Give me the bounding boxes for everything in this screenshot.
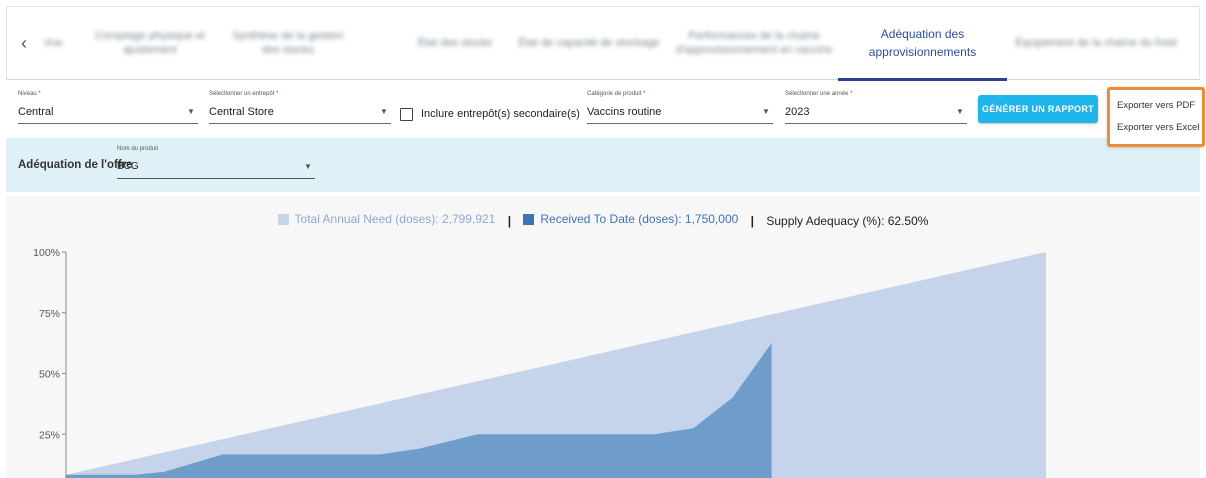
store-label: Sélectionner un entrepôt [209,91,275,97]
supply-adequacy-chart: 100% 75% 50% 25% [33,247,1046,478]
tab-storage-capacity[interactable]: État de capacité de stockage [509,17,669,69]
secondary-store-checkbox[interactable]: Inclure entrepôt(s) secondaire(s) [400,106,580,122]
supply-adequacy-band: Adéquation de l'offre Nom du produit BCG… [6,138,1200,192]
section-title: Adéquation de l'offre [18,159,133,171]
product-select[interactable]: Nom du produit BCG ▼ [117,145,315,179]
store-value: Central Store [209,106,274,118]
secondary-store-label: Inclure entrepôt(s) secondaire(s) [421,108,580,120]
tab-cold-chain-equipment[interactable]: Équipement de la chaîne du froid [1011,17,1181,69]
filters-row: Niveau * Central ▼ Sélectionner un entrep… [6,84,1205,147]
y-tick-label: 100% [33,247,60,259]
legend-separator: | [507,213,512,228]
legend-swatch-total [277,213,289,225]
tab-supply-adequacy[interactable]: Adéquation des approvisionnements [845,17,1000,69]
report-tabs: ‹ Vue Comptage physique et ajustement Sy… [6,6,1200,81]
legend-adequacy: Supply Adequacy (%): 62.50% [766,213,929,228]
legend-total-label: Total Annual Need (doses): 2,799,921 [294,212,496,226]
category-select[interactable]: Catégorie de produit * Vaccins routine ▼ [587,90,773,128]
export-pdf-item[interactable]: Exporter vers PDF [1117,100,1195,111]
year-select[interactable]: Sélectionner une année * 2023 ▼ [785,90,967,128]
active-tab-indicator [838,78,1007,81]
level-value: Central [18,106,54,118]
level-select[interactable]: Niveau * Central ▼ [18,90,198,128]
tab-supply-chain-performance[interactable]: Performances de la chaîne d'approvisionn… [673,17,835,69]
year-label: Sélectionner une année [785,91,849,97]
export-menu: Exporter vers PDF Exporter vers Excel [1107,87,1205,147]
legend-received[interactable]: Received To Date (doses): 1,750,000 [523,212,738,226]
chart-legend: Total Annual Need (doses): 2,799,921 | R… [6,212,1200,228]
checkbox[interactable] [400,107,413,121]
y-tick-label: 75% [39,308,60,320]
category-value: Vaccins routine [587,106,662,118]
category-label: Catégorie de produit [587,91,642,97]
chevron-down-icon: ▼ [304,162,312,171]
chevron-down-icon: ▼ [762,107,770,116]
tab-stock-status[interactable]: État des stocks [405,17,505,69]
tab-physical-count[interactable]: Comptage physique et ajustement [85,17,215,69]
year-value: 2023 [785,106,810,118]
legend-swatch-received [523,213,535,225]
export-excel-item[interactable]: Exporter vers Excel [1117,122,1199,133]
y-tick-label: 25% [39,429,60,441]
legend-received-label: Received To Date (doses): 1,750,000 [540,212,739,226]
generate-report-button[interactable]: GÉNÉRER UN RAPPORT [978,95,1098,123]
product-value: BCG [117,161,139,172]
y-tick-label: 50% [39,369,60,381]
legend-total[interactable]: Total Annual Need (doses): 2,799,921 [277,212,496,226]
tab-overview[interactable]: Vue [33,17,73,69]
chevron-down-icon: ▼ [187,107,195,116]
chevron-left-icon[interactable]: ‹ [15,33,33,53]
chevron-down-icon: ▼ [380,107,388,116]
product-label: Nom du produit [117,146,159,152]
tab-stock-management-summary[interactable]: Synthèse de la gestion des stocks [223,17,353,69]
legend-separator: | [750,213,754,228]
chevron-down-icon: ▼ [956,107,964,116]
chart-area: 100% 75% 50% 25% Total Annual Need (doses):… [6,196,1200,478]
supply-adequacy-page: ‹ Vue Comptage physique et ajustement Sy… [0,0,1206,478]
store-select[interactable]: Sélectionner un entrepôt * Central Store… [209,90,391,128]
level-label: Niveau [18,91,37,97]
